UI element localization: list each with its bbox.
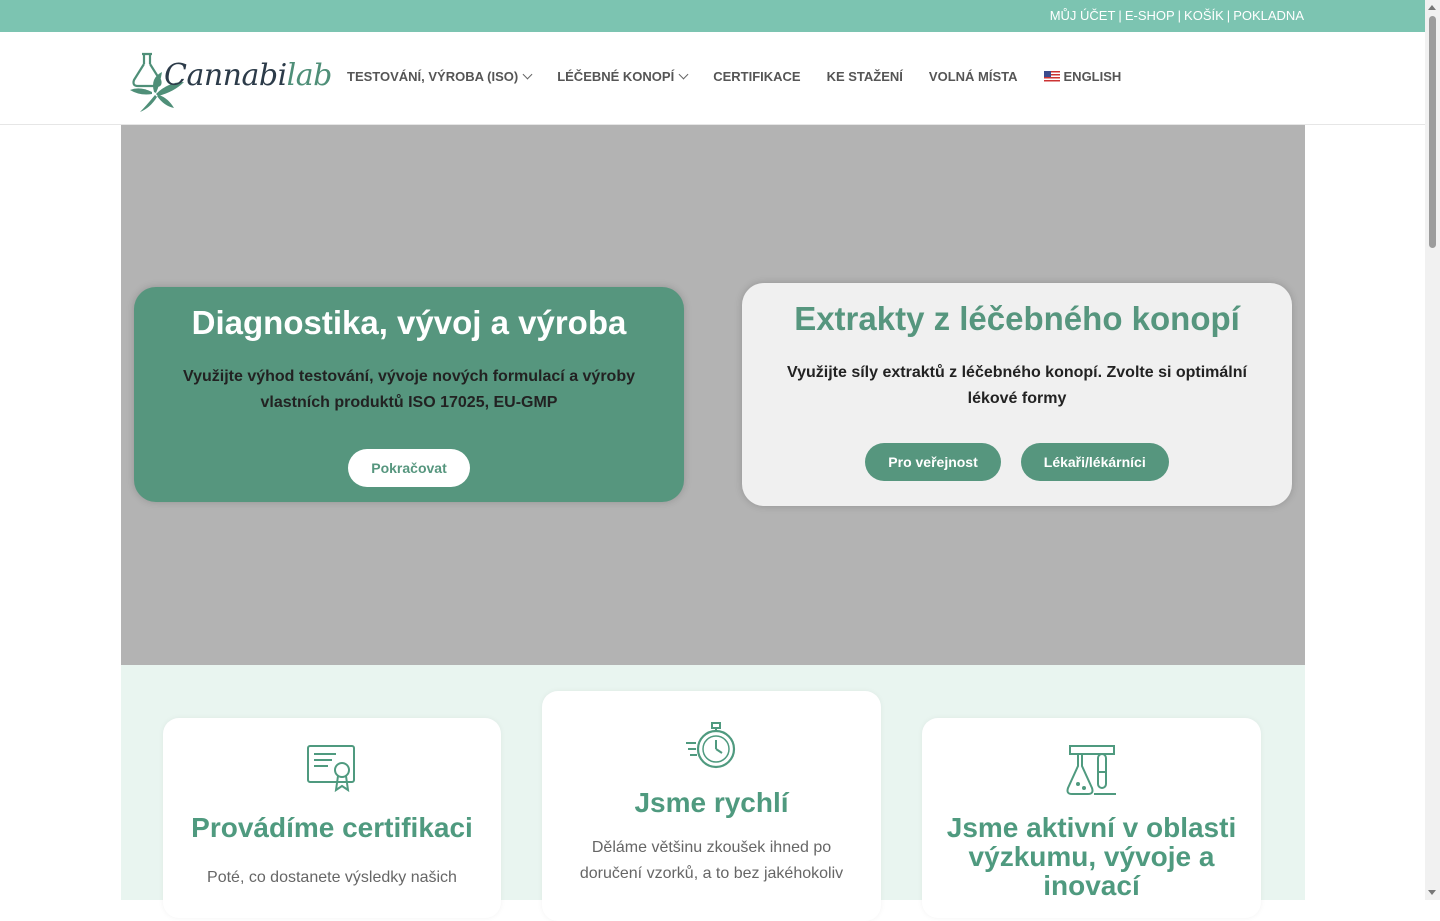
diagnostics-card-text: Využijte výhod testování, vývoje nových … bbox=[183, 368, 635, 411]
diagnostics-card-title: Diagnostika, vývoj a výroba bbox=[191, 304, 627, 341]
separator: | bbox=[1118, 8, 1122, 23]
feature-text: Poté, co dostanete výsledky našich bbox=[207, 869, 457, 886]
account-links: MŮJ ÚČET | E-SHOP | KOŠÍK | POKLADNA bbox=[1050, 8, 1304, 23]
scrollbar-thumb[interactable] bbox=[1429, 16, 1436, 248]
extracts-card-title: Extrakty z léčebného konopí bbox=[794, 300, 1240, 337]
page-scrollbar[interactable] bbox=[1425, 0, 1440, 900]
stopwatch-icon bbox=[685, 722, 735, 769]
doctors-pharmacists-button[interactable]: Lékaři/lékárníci bbox=[1020, 443, 1169, 481]
chevron-down-icon bbox=[678, 69, 689, 80]
my-account-link[interactable]: MŮJ ÚČET bbox=[1050, 8, 1116, 23]
features-section: Provádíme certifikaci Poté, co dostanete… bbox=[121, 665, 1305, 921]
site-logo[interactable]: Cannabilab bbox=[128, 52, 332, 114]
feature-title: Jsme aktivní v oblasti výzkumu, vývoje a… bbox=[946, 812, 1237, 901]
extracts-buttons: Pro veřejnost Lékaři/lékárníci bbox=[742, 443, 1292, 481]
certificate-icon bbox=[307, 745, 355, 793]
diagnostics-card: Diagnostika, vývoj a výroba Využijte výh… bbox=[134, 287, 684, 502]
us-flag-icon bbox=[1043, 71, 1060, 82]
separator: | bbox=[1226, 8, 1231, 23]
public-button[interactable]: Pro veřejnost bbox=[865, 443, 1001, 481]
feature-title: Provádíme certifikaci bbox=[191, 812, 473, 843]
nav-item-medical-cannabis[interactable]: LÉČEBNÉ KONOPÍ bbox=[557, 69, 689, 84]
feature-title: Jsme rychlí bbox=[634, 787, 789, 818]
nav-item-testing-production[interactable]: TESTOVÁNÍ, VÝROBA (ISO) bbox=[347, 69, 533, 84]
nav-item-jobs[interactable]: VOLNÁ MÍSTA bbox=[929, 69, 1018, 84]
eshop-link[interactable]: E-SHOP bbox=[1125, 8, 1175, 23]
feature-card-fast: Jsme rychlí Děláme většinu zkoušek ihned… bbox=[542, 691, 881, 921]
scroll-up-arrow-icon[interactable] bbox=[1428, 5, 1436, 10]
logo-wordmark: Cannabilab bbox=[164, 58, 332, 93]
main-navigation: TESTOVÁNÍ, VÝROBA (ISO) LÉČEBNÉ KONOPÍ C… bbox=[347, 69, 1147, 84]
top-bar: MŮJ ÚČET | E-SHOP | KOŠÍK | POKLADNA bbox=[0, 0, 1425, 32]
cart-link[interactable]: KOŠÍK bbox=[1184, 8, 1224, 23]
nav-item-downloads[interactable]: KE STAŽENÍ bbox=[827, 69, 903, 84]
separator: | bbox=[1177, 8, 1182, 23]
nav-item-english[interactable]: ENGLISH bbox=[1043, 69, 1121, 84]
extracts-card: Extrakty z léčebného konopí Využijte síl… bbox=[742, 283, 1292, 506]
feature-card-research: Jsme aktivní v oblasti výzkumu, vývoje a… bbox=[922, 718, 1261, 918]
extracts-card-text: Využijte síly extraktů z léčebného konop… bbox=[787, 364, 1247, 407]
feature-text: Děláme většinu zkoušek ihned po doručení… bbox=[579, 839, 844, 882]
hero-banner: Diagnostika, vývoj a výroba Využijte výh… bbox=[121, 125, 1305, 665]
chevron-down-icon bbox=[522, 69, 533, 80]
lab-flask-icon bbox=[1066, 745, 1116, 795]
continue-button[interactable]: Pokračovat bbox=[348, 449, 470, 487]
checkout-link[interactable]: POKLADNA bbox=[1233, 8, 1304, 23]
nav-item-certification[interactable]: CERTIFIKACE bbox=[713, 69, 800, 84]
scroll-down-arrow-icon[interactable] bbox=[1428, 890, 1436, 895]
feature-card-certification: Provádíme certifikaci Poté, co dostanete… bbox=[163, 718, 501, 918]
site-header: Cannabilab TESTOVÁNÍ, VÝROBA (ISO) LÉČEB… bbox=[0, 32, 1425, 125]
